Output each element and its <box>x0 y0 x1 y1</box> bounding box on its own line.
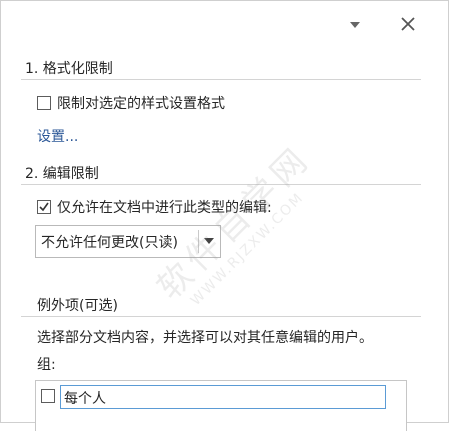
everyone-checkbox[interactable] <box>41 389 55 403</box>
section1-divider <box>21 79 421 80</box>
formatting-restrictions-heading: 1. 格式化限制 <box>25 61 113 77</box>
allow-editing-type-label: 仅允许在文档中进行此类型的编辑: <box>57 200 272 216</box>
close-icon <box>401 17 415 31</box>
section2-divider <box>21 184 421 185</box>
editing-type-value: 不允许任何更改(只读) <box>41 235 178 251</box>
user-name: 每个人 <box>64 391 106 407</box>
groups-label: 组: <box>37 357 56 373</box>
editing-restrictions-heading: 2. 编辑限制 <box>25 166 99 182</box>
allow-editing-type-checkbox[interactable] <box>37 200 51 214</box>
select-divider <box>198 230 199 253</box>
exceptions-divider <box>21 316 421 317</box>
exception-users-list: 每个人 <box>35 380 407 431</box>
editing-type-select[interactable]: 不允许任何更改(只读) <box>35 225 221 258</box>
limit-formatting-label: 限制对选定的样式设置格式 <box>57 96 225 112</box>
close-pane-button[interactable] <box>397 13 419 35</box>
restrict-editing-pane: 1. 格式化限制 限制对选定的样式设置格式 设置... 2. 编辑限制 仅允许在… <box>0 0 449 431</box>
pane-options-dropdown-icon[interactable] <box>347 19 363 31</box>
pane-header <box>1 1 448 47</box>
exceptions-description: 选择部分文档内容，并选择可以对其任意编辑的用户。 <box>37 330 373 346</box>
limit-formatting-checkbox[interactable] <box>37 96 51 110</box>
chevron-down-icon[interactable] <box>204 238 214 244</box>
checkmark-icon <box>39 202 49 212</box>
exceptions-heading: 例外项(可选) <box>37 298 118 314</box>
everyone-item-box[interactable]: 每个人 <box>60 385 386 409</box>
list-item[interactable]: 每个人 <box>40 385 402 409</box>
formatting-settings-link[interactable]: 设置... <box>37 126 78 146</box>
